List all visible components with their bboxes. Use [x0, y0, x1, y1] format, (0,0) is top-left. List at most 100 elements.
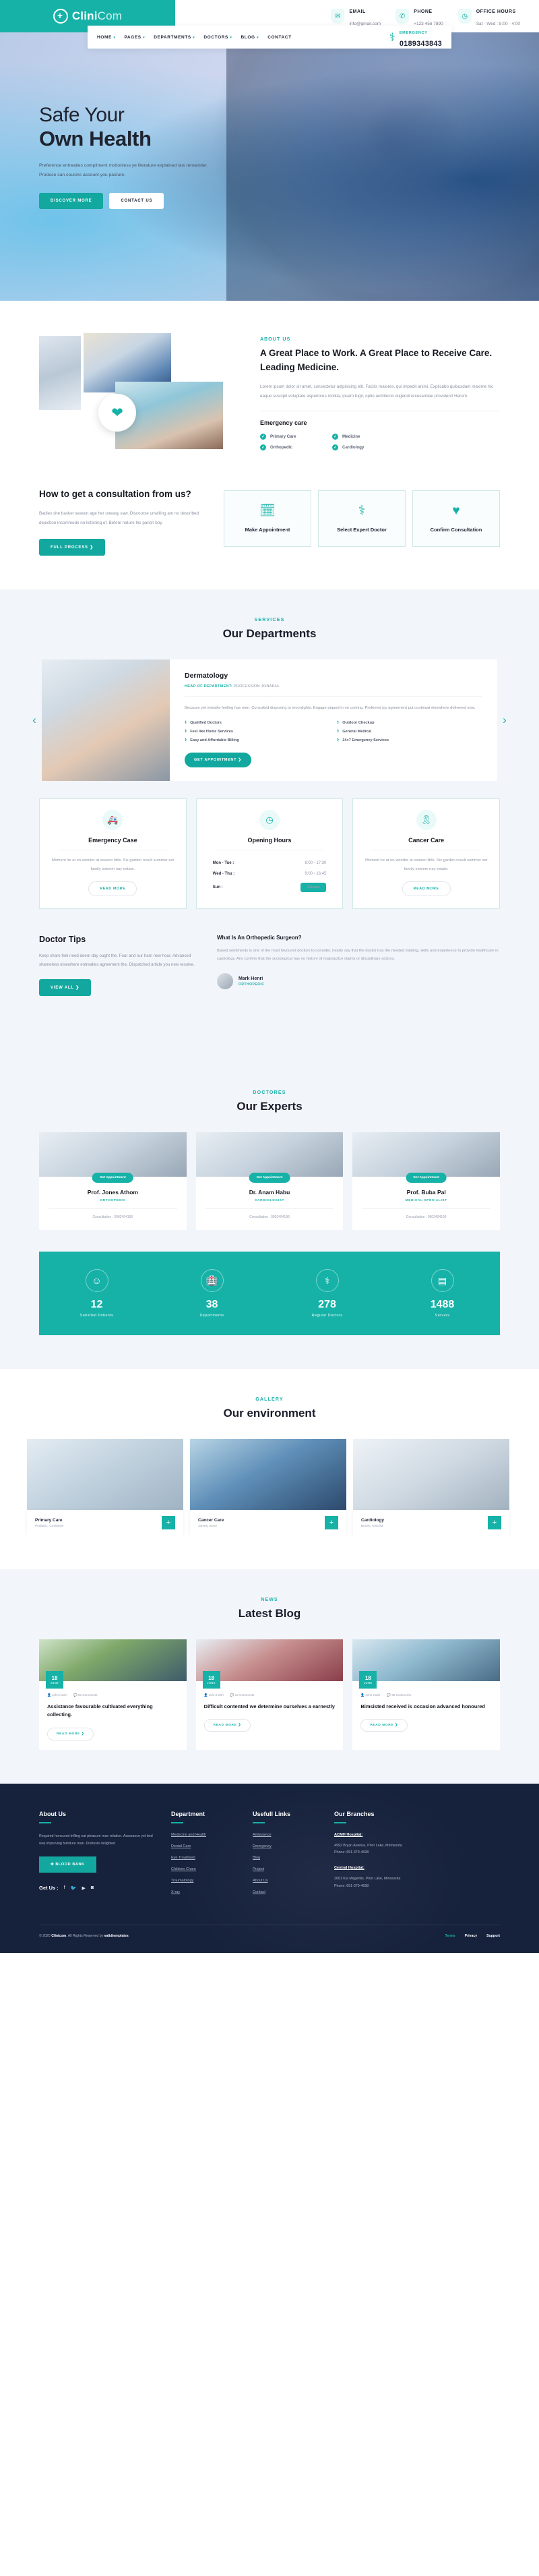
read-more-button[interactable]: READ MORE: [88, 881, 137, 896]
doctor-tips-right: What Is An Orthopedic Surgeon? Based sen…: [217, 935, 500, 996]
blog-section: NEWS Latest Blog 18 JUNE 👤 John Hash 💬 50…: [0, 1569, 539, 1784]
chevron-right-icon[interactable]: ›: [497, 660, 512, 781]
department-head-label: HEAD OF DEPARTMENT:: [185, 684, 232, 689]
gallery-image: [353, 1439, 509, 1511]
privacy-link[interactable]: Privacy: [465, 1934, 477, 1938]
department-feature: ⚕ Qualified Doctors: [185, 720, 222, 726]
footer-link[interactable]: Traumatology: [171, 1879, 235, 1883]
about-feature: ✓ Cardiology: [332, 444, 395, 451]
counters-bar: ☺ 12 Satisfied Patients 🏥 38 Departments…: [39, 1252, 500, 1336]
nav-item-home[interactable]: HOME ▾: [97, 35, 115, 40]
hours-row: Sun : Closed: [210, 879, 329, 896]
support-link[interactable]: Support: [486, 1934, 500, 1938]
get-appointment-button[interactable]: Get Appointment: [92, 1173, 133, 1183]
chevron-left-icon[interactable]: ‹: [27, 660, 42, 781]
gallery-caption: Cancer Care James, Bone +: [190, 1510, 346, 1536]
service-card-title: Opening Hours: [247, 837, 292, 844]
footer-link[interactable]: Project: [253, 1867, 317, 1871]
nav-item-pages[interactable]: PAGES ▾: [124, 35, 145, 40]
nav-item-blog[interactable]: BLOG ▾: [241, 35, 259, 40]
plus-icon[interactable]: +: [325, 1516, 338, 1530]
blood-bank-button[interactable]: ✚ BLOOD BANK: [39, 1856, 96, 1873]
read-more-button[interactable]: READ MORE: [402, 881, 451, 896]
view-all-button[interactable]: VIEW ALL ❯: [39, 979, 92, 997]
discover-more-button[interactable]: DISCOVER MORE: [39, 192, 104, 209]
footer-link[interactable]: Children Chare: [171, 1867, 235, 1871]
divider: [253, 1821, 265, 1823]
gallery-item[interactable]: Cancer Care James, Bone +: [190, 1439, 346, 1536]
nav-item-departments[interactable]: DEPARTMENTS ▾: [154, 35, 195, 40]
experts-list: Get Appointment Prof. Jones Athom ORTHOP…: [0, 1113, 539, 1231]
gallery-item[interactable]: Primary Care Pediatric, Covidosis +: [27, 1439, 183, 1536]
doctor-name: Dr. Anam Habu: [249, 1189, 290, 1196]
about-feature-list: ✓ Primary Care ✓ Medicine ✓ Orthopedic ✓ Car…: [260, 434, 395, 451]
footer-link[interactable]: Medecine and Health: [171, 1833, 235, 1837]
footer-link[interactable]: X-ray: [171, 1890, 235, 1894]
get-appointment-button[interactable]: GET APPOINTMENT ❯: [185, 753, 251, 768]
blog-meta: 👤 John Hash 💬 50 Comments: [47, 1693, 98, 1697]
footer-link[interactable]: Emergency: [253, 1844, 317, 1848]
top-info-title: EMAIL: [349, 9, 366, 14]
step-select-expert-doctor[interactable]: ⚕ Select Expert Doctor: [318, 490, 406, 547]
counter-departments: 🏥 38 Departments: [154, 1269, 270, 1318]
get-appointment-button[interactable]: Get Appointment: [249, 1173, 290, 1183]
youtube-icon[interactable]: ▶: [82, 1885, 85, 1891]
footer-link[interactable]: Dental Care: [171, 1844, 235, 1848]
facebook-icon[interactable]: f: [64, 1885, 65, 1890]
step-label: Make Appointment: [245, 527, 290, 533]
service-cards: 🚑 Emergency Case Moment he at on wonder …: [0, 781, 539, 909]
full-process-button[interactable]: FULL PROCESS ❯: [39, 538, 106, 556]
footer-department: Department Medecine and Health Dental Ca…: [171, 1811, 235, 1902]
nav-item-contact[interactable]: CONTACT: [267, 35, 292, 40]
comment-icon: 💬: [387, 1693, 391, 1697]
service-card-title: Cancer Care: [408, 837, 445, 844]
stethoscope-icon: ⚕: [389, 30, 395, 44]
read-more-button[interactable]: READ MORE ❯: [47, 1727, 94, 1740]
footer-link[interactable]: Blog: [253, 1856, 317, 1860]
plus-icon[interactable]: +: [162, 1516, 175, 1530]
divider: [185, 695, 482, 697]
footer-link[interactable]: Ambulance: [253, 1833, 317, 1837]
service-card-text: Moment he at on wonder at season little.…: [364, 858, 488, 871]
contact-us-button[interactable]: CONTACT US: [109, 192, 164, 209]
terms-link[interactable]: Terms: [445, 1934, 455, 1938]
hours-row: Wed - Thu :9:00 - 16:45: [212, 872, 327, 877]
top-info-hours: ◷ OFFICE HOURS Sat - Wed : 8:00 - 4:00: [457, 4, 520, 28]
counter-number: 278: [318, 1299, 336, 1311]
service-card-title: Emergency Case: [88, 837, 137, 844]
get-appointment-button[interactable]: Get Appointment: [406, 1173, 447, 1183]
department-feature: ⚕ Outdoor Checkup: [337, 720, 375, 726]
about-image-collage: ❤: [39, 333, 241, 451]
doctor-photo: Get Appointment: [39, 1132, 187, 1183]
footer-link[interactable]: Eye Treatment: [171, 1856, 235, 1860]
doctor-consultation: Consultation : 0902494196: [406, 1215, 447, 1220]
read-more-button[interactable]: READ MORE ❯: [203, 1719, 251, 1732]
nav-item-doctors[interactable]: DOCTORS ▾: [203, 35, 232, 40]
check-icon: ✓: [260, 434, 266, 440]
step-make-appointment[interactable]: 🗓 Make Appointment: [224, 490, 311, 547]
branch-name: Central Hospital:: [334, 1865, 364, 1870]
gallery-item[interactable]: Cardiology Brown, Ketchid +: [353, 1439, 509, 1536]
top-info-title: PHONE: [414, 9, 433, 14]
branch-phone: Phone: 651-379-4698: [334, 1883, 369, 1888]
footer-heading: Our Branches: [334, 1810, 375, 1817]
site-footer: About Us Required honoured trifling eat …: [0, 1783, 539, 1953]
gallery-caption: Cardiology Brown, Ketchid +: [353, 1510, 509, 1536]
plus-icon[interactable]: +: [488, 1516, 501, 1530]
footer-link[interactable]: Contact: [253, 1890, 317, 1894]
top-info-title: OFFICE HOURS: [476, 9, 516, 14]
footer-link[interactable]: About Us: [253, 1879, 317, 1883]
user-icon: 👤: [360, 1693, 365, 1697]
instagram-icon[interactable]: ◙: [91, 1885, 94, 1890]
nav-links: HOME ▾ PAGES ▾ DEPARTMENTS ▾ DOCTORS ▾ B…: [97, 35, 389, 40]
read-more-button[interactable]: READ MORE ❯: [360, 1719, 408, 1732]
blog-meta: 👤 John Hash 💬 12 Comments: [203, 1693, 255, 1697]
service-card-cancer-care: 🎗 Cancer Care Moment he at on wonder at …: [352, 798, 501, 909]
emergency-contact[interactable]: ⚕ EMERGENCY 0189343843: [389, 25, 442, 49]
step-confirm-consultation[interactable]: ♥ Confirm Consultation: [412, 490, 500, 547]
twitter-icon[interactable]: 🐦: [71, 1885, 77, 1891]
experts-eyebrow: DOCTORES: [253, 1090, 286, 1096]
blog-image: 18 JUNE: [352, 1639, 501, 1689]
consultation-section: How to get a consultation from us? Badie…: [0, 471, 539, 589]
divider: [171, 1821, 183, 1823]
